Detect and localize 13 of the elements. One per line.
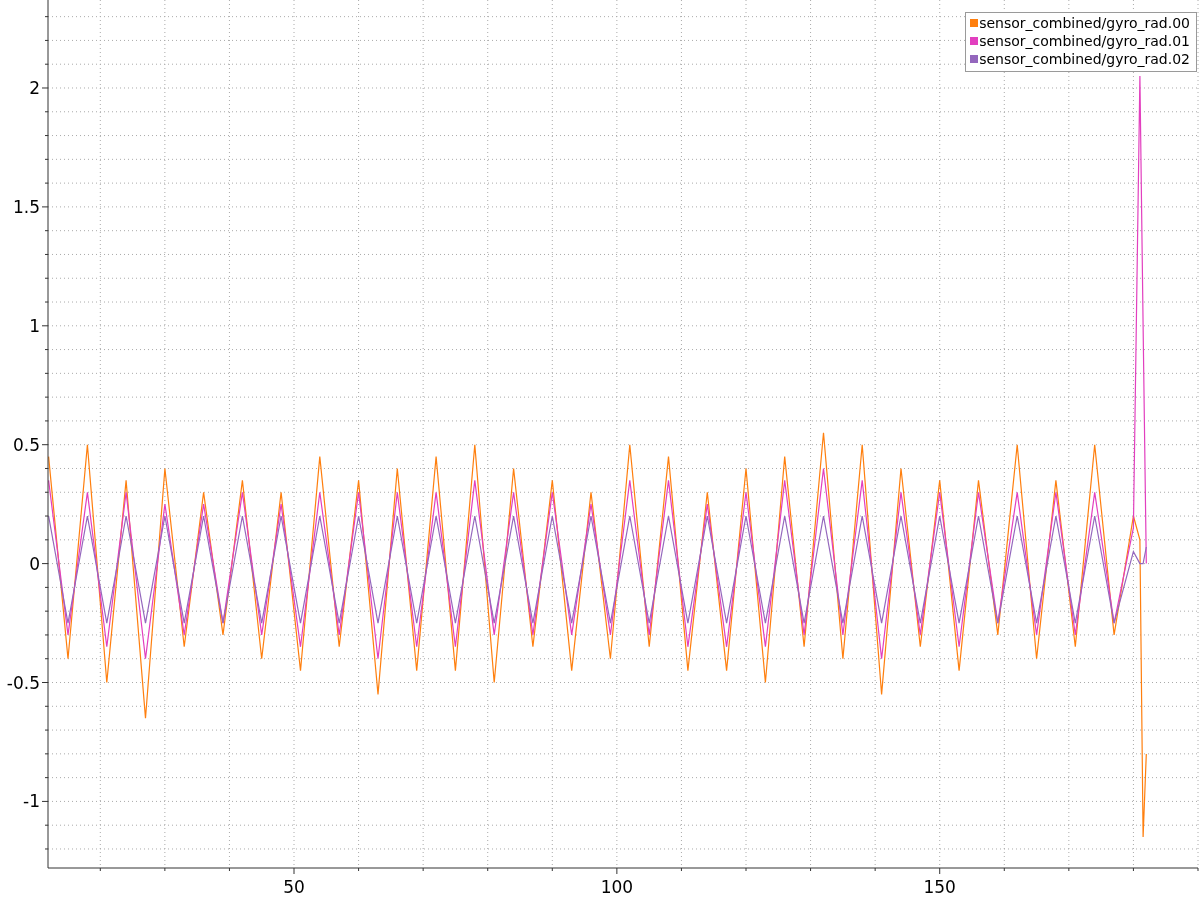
axis-label: -1 (23, 791, 40, 812)
axis-label: 150 (923, 877, 956, 897)
axis-label: 1 (29, 315, 40, 336)
legend-label: sensor_combined/gyro_rad.00 (979, 15, 1190, 31)
axis-label: 1.5 (12, 196, 40, 217)
axis-label: -0.5 (6, 672, 40, 693)
axis-label: 0.5 (12, 434, 40, 455)
axis-label: 50 (283, 877, 305, 897)
axis-label: 0 (29, 553, 40, 574)
axis-label: 2 (29, 78, 40, 98)
legend-label: sensor_combined/gyro_rad.02 (979, 51, 1190, 67)
legend-label: sensor_combined/gyro_rad.01 (979, 33, 1190, 49)
axis-label: 100 (600, 877, 634, 897)
